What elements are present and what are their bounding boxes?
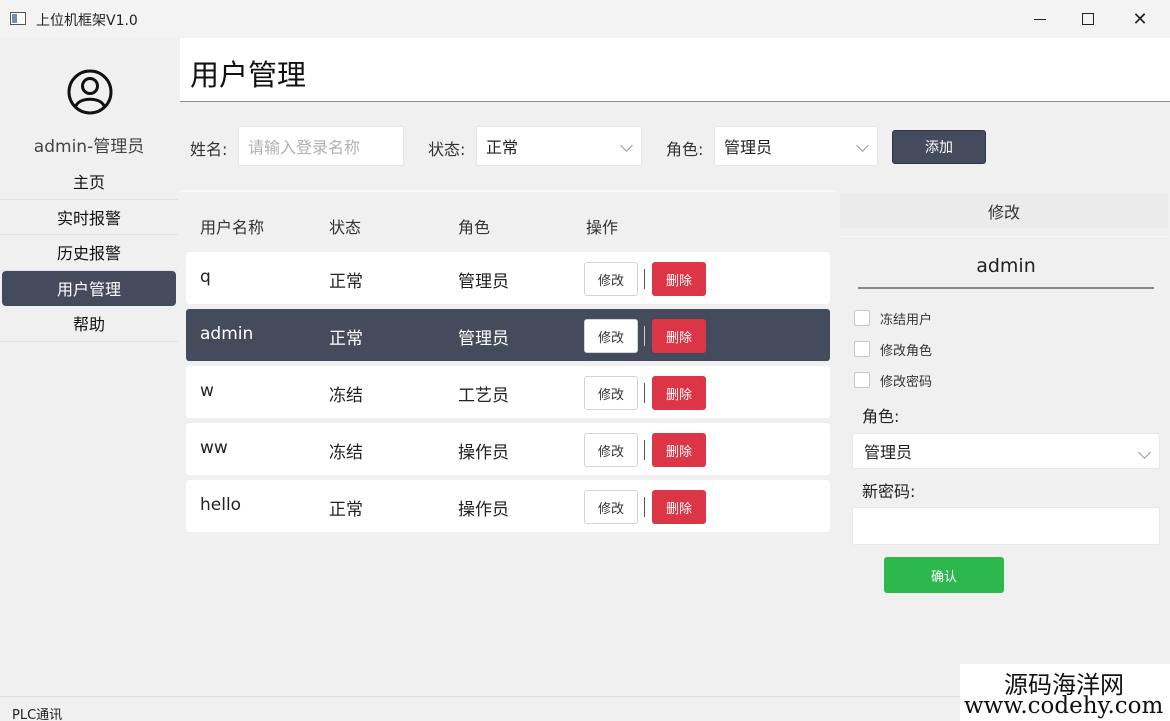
new-password-input[interactable] [852, 507, 1160, 545]
chevron-down-icon [856, 139, 869, 152]
watermark-url: www.codehy.com [964, 693, 1164, 719]
delete-button[interactable]: 删除 [652, 433, 706, 467]
role-label: 角色: [666, 140, 704, 159]
change-password-checkbox[interactable] [854, 372, 870, 388]
table-row-selected[interactable]: admin 正常 管理员 修改 删除 [186, 309, 830, 361]
edit-user-panel: 修改 admin 冻结用户 修改角色 修改密码 角色: 管理员 新密码: 确认 [838, 190, 1170, 696]
sidebar: admin-管理员 主页 实时报警 历史报警 用户管理 帮助 [0, 38, 178, 696]
cell-status: 冻结 [329, 386, 363, 406]
table-row[interactable]: hello 正常 操作员 修改 删除 [186, 480, 830, 532]
edit-button[interactable]: 修改 [584, 319, 638, 353]
maximize-icon [1082, 13, 1094, 25]
close-button[interactable]: ✕ [1115, 0, 1165, 38]
freeze-user-label: 冻结用户 [880, 312, 933, 328]
sidebar-item-user-management[interactable]: 用户管理 [2, 270, 176, 306]
edit-role-label: 角色: [862, 407, 900, 426]
change-role-label: 修改角色 [880, 343, 933, 359]
header-role: 角色 [458, 218, 491, 237]
edit-role-select[interactable]: 管理员 [852, 433, 1160, 469]
change-password-label: 修改密码 [880, 374, 933, 390]
cell-role: 管理员 [458, 272, 509, 292]
delete-button[interactable]: 删除 [652, 262, 706, 296]
role-select[interactable]: 管理员 [714, 126, 878, 166]
cell-role: 操作员 [458, 500, 509, 520]
title-bar: 上位机框架V1.0 ✕ [0, 0, 1170, 38]
cell-role: 管理员 [458, 329, 509, 349]
delete-button[interactable]: 删除 [652, 376, 706, 410]
window-title: 上位机框架V1.0 [36, 13, 138, 29]
user-table: 用户名称 状态 角色 操作 q 正常 管理员 修改 删除 admin 正常 管理… [180, 190, 836, 696]
sidebar-item-realtime-alarm[interactable]: 实时报警 [0, 200, 178, 235]
edit-button[interactable]: 修改 [584, 433, 638, 467]
table-row[interactable]: ww 冻结 操作员 修改 删除 [186, 423, 830, 475]
cell-status: 正常 [329, 500, 363, 520]
watermark: 源码海洋网 www.codehy.com [960, 664, 1170, 721]
sidebar-item-history-alarm[interactable]: 历史报警 [0, 235, 178, 271]
freeze-user-checkbox[interactable] [854, 310, 870, 326]
cell-username: hello [200, 495, 242, 515]
cell-role: 工艺员 [458, 386, 509, 406]
page-title: 用户管理 [190, 58, 307, 92]
name-search-input[interactable]: 请输入登录名称 [238, 126, 404, 166]
divider [644, 440, 645, 460]
new-password-label: 新密码: [862, 482, 916, 501]
sidebar-nav: 主页 实时报警 历史报警 用户管理 帮助 [0, 164, 178, 342]
confirm-button[interactable]: 确认 [884, 557, 1004, 593]
freeze-user-option[interactable]: 冻结用户 [854, 307, 932, 329]
chevron-down-icon [1138, 446, 1151, 459]
role-select-value: 管理员 [724, 138, 773, 157]
divider [644, 326, 645, 346]
edit-button[interactable]: 修改 [584, 490, 638, 524]
status-label: 状态: [428, 140, 466, 159]
user-avatar-icon [67, 69, 113, 115]
name-label: 姓名: [190, 140, 228, 159]
header-username: 用户名称 [200, 218, 265, 237]
change-role-checkbox[interactable] [854, 341, 870, 357]
delete-button[interactable]: 删除 [652, 319, 706, 353]
cell-username: admin [200, 324, 254, 344]
header-actions: 操作 [586, 218, 619, 237]
current-username: admin-管理员 [33, 137, 145, 157]
edit-button[interactable]: 修改 [584, 262, 638, 296]
cell-username: q [200, 267, 211, 287]
cell-username: ww [200, 438, 228, 458]
divider [644, 497, 645, 517]
cell-status: 冻结 [329, 443, 363, 463]
edit-username: admin [858, 253, 1154, 289]
edit-panel-body: admin 冻结用户 修改角色 修改密码 角色: 管理员 新密码: 确认 [840, 236, 1168, 696]
cell-status: 正常 [329, 272, 363, 292]
plc-status-text: PLC通讯 [12, 708, 63, 721]
change-role-option[interactable]: 修改角色 [854, 338, 932, 360]
cell-status: 正常 [329, 329, 363, 349]
sidebar-item-home[interactable]: 主页 [0, 164, 178, 200]
cell-role: 操作员 [458, 443, 509, 463]
change-password-option[interactable]: 修改密码 [854, 369, 932, 391]
chevron-down-icon [620, 139, 633, 152]
sidebar-item-help[interactable]: 帮助 [0, 306, 178, 342]
table-row[interactable]: w 冻结 工艺员 修改 删除 [186, 366, 830, 418]
delete-button[interactable]: 删除 [652, 490, 706, 524]
cell-username: w [200, 381, 214, 401]
add-user-button[interactable]: 添加 [892, 130, 986, 164]
edit-button[interactable]: 修改 [584, 376, 638, 410]
divider [644, 383, 645, 403]
app-icon [10, 12, 26, 25]
close-icon: ✕ [1132, 8, 1148, 30]
minimize-button[interactable] [1015, 0, 1065, 38]
table-row[interactable]: q 正常 管理员 修改 删除 [186, 252, 830, 304]
status-select-value: 正常 [486, 138, 519, 157]
minimize-icon [1034, 18, 1046, 20]
status-select[interactable]: 正常 [476, 126, 642, 166]
page-header: 用户管理 [180, 38, 1170, 102]
header-status: 状态 [329, 218, 362, 237]
filter-bar: 姓名: 请输入登录名称 状态: 正常 角色: 管理员 添加 [180, 116, 1170, 178]
divider [644, 269, 645, 289]
table-header: 用户名称 状态 角色 操作 [180, 214, 836, 242]
edit-role-value: 管理员 [864, 443, 913, 462]
edit-panel-header: 修改 [840, 194, 1168, 228]
maximize-button[interactable] [1063, 0, 1113, 38]
